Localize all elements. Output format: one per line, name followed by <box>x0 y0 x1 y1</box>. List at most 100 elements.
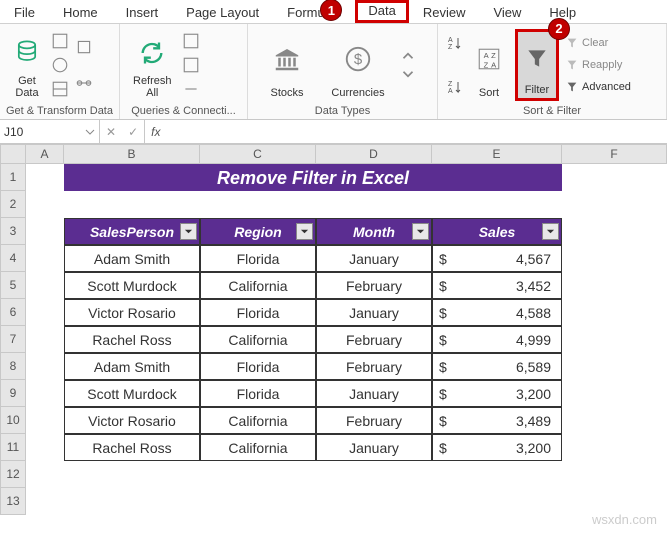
cell[interactable] <box>316 191 432 218</box>
table-header[interactable]: Region <box>200 218 316 245</box>
nav-up-icon[interactable] <box>399 47 417 65</box>
filter-dropdown-button[interactable] <box>542 223 559 240</box>
sort-asc-button[interactable]: AZ <box>447 35 463 51</box>
cell-month[interactable]: February <box>316 407 432 434</box>
sort-desc-button[interactable]: ZA <box>447 79 463 95</box>
get-data-button[interactable]: Get Data <box>9 29 45 101</box>
col-header-d[interactable]: D <box>316 144 432 164</box>
table-header[interactable]: Sales <box>432 218 562 245</box>
cell-salesperson[interactable]: Rachel Ross <box>64 326 200 353</box>
tab-formulas[interactable]: Formulas <box>273 0 355 23</box>
cell-month[interactable]: February <box>316 353 432 380</box>
cell[interactable] <box>200 488 316 515</box>
title-cell[interactable]: Remove Filter in Excel <box>64 164 562 191</box>
cell[interactable] <box>26 461 64 488</box>
cell-region[interactable]: Florida <box>200 245 316 272</box>
cell-salesperson[interactable]: Scott Murdock <box>64 272 200 299</box>
nav-down-icon[interactable] <box>399 65 417 83</box>
cell-region[interactable]: Florida <box>200 353 316 380</box>
cell-region[interactable]: Florida <box>200 380 316 407</box>
cell-sales[interactable]: $3,200 <box>432 434 562 461</box>
cell-salesperson[interactable]: Rachel Ross <box>64 434 200 461</box>
from-web-icon[interactable] <box>51 56 69 74</box>
cell[interactable] <box>562 272 667 299</box>
properties-icon[interactable] <box>182 56 200 74</box>
tab-insert[interactable]: Insert <box>112 0 173 23</box>
cell-salesperson[interactable]: Scott Murdock <box>64 380 200 407</box>
cell-month[interactable]: February <box>316 272 432 299</box>
row-header[interactable]: 2 <box>0 191 26 218</box>
cell[interactable] <box>562 407 667 434</box>
cell[interactable] <box>562 299 667 326</box>
cell[interactable] <box>26 272 64 299</box>
cell[interactable] <box>26 434 64 461</box>
row-header[interactable]: 13 <box>0 488 26 515</box>
queries-icon[interactable] <box>182 32 200 50</box>
name-box[interactable]: J10 <box>0 120 100 143</box>
select-all-corner[interactable] <box>0 144 26 164</box>
cell[interactable] <box>562 461 667 488</box>
cell[interactable] <box>562 326 667 353</box>
sort-button[interactable]: AZZA Sort <box>469 29 509 101</box>
tab-review[interactable]: Review <box>409 0 480 23</box>
col-header-e[interactable]: E <box>432 144 562 164</box>
cell[interactable] <box>432 191 562 218</box>
cell[interactable] <box>562 218 667 245</box>
col-header-c[interactable]: C <box>200 144 316 164</box>
existing-connections-icon[interactable] <box>75 74 93 92</box>
recent-sources-icon[interactable] <box>75 38 93 56</box>
cell[interactable] <box>432 488 562 515</box>
row-header[interactable]: 3 <box>0 218 26 245</box>
cell-sales[interactable]: $3,489 <box>432 407 562 434</box>
cell-sales[interactable]: $4,567 <box>432 245 562 272</box>
cell-month[interactable]: February <box>316 326 432 353</box>
cell[interactable] <box>64 488 200 515</box>
cell-month[interactable]: January <box>316 245 432 272</box>
cell[interactable] <box>26 488 64 515</box>
accept-formula-button[interactable]: ✓ <box>122 125 144 139</box>
cell[interactable] <box>562 488 667 515</box>
cell[interactable] <box>200 461 316 488</box>
cell-salesperson[interactable]: Adam Smith <box>64 245 200 272</box>
from-table-icon[interactable] <box>51 80 69 98</box>
tab-data[interactable]: Data 1 <box>355 0 408 23</box>
row-header[interactable]: 8 <box>0 353 26 380</box>
table-header[interactable]: Month <box>316 218 432 245</box>
col-header-f[interactable]: F <box>562 144 667 164</box>
col-header-a[interactable]: A <box>26 144 64 164</box>
row-header[interactable]: 11 <box>0 434 26 461</box>
cell-region[interactable]: Florida <box>200 299 316 326</box>
row-header[interactable]: 10 <box>0 407 26 434</box>
row-header[interactable]: 5 <box>0 272 26 299</box>
cell[interactable] <box>562 191 667 218</box>
cell[interactable] <box>562 353 667 380</box>
tab-page-layout[interactable]: Page Layout <box>172 0 273 23</box>
from-text-icon[interactable] <box>51 32 69 50</box>
row-header[interactable]: 4 <box>0 245 26 272</box>
cancel-formula-button[interactable]: ✕ <box>100 125 122 139</box>
cell-sales[interactable]: $4,999 <box>432 326 562 353</box>
filter-dropdown-button[interactable] <box>412 223 429 240</box>
refresh-all-button[interactable]: Refresh All <box>129 29 176 101</box>
row-header[interactable]: 9 <box>0 380 26 407</box>
formula-input[interactable] <box>166 120 667 143</box>
tab-home[interactable]: Home <box>49 0 112 23</box>
filter-button[interactable]: 2 Filter <box>515 29 559 101</box>
row-header[interactable]: 12 <box>0 461 26 488</box>
cell[interactable] <box>562 245 667 272</box>
tab-view[interactable]: View <box>479 0 535 23</box>
edit-links-icon[interactable] <box>182 80 200 98</box>
cell[interactable] <box>26 299 64 326</box>
col-header-b[interactable]: B <box>64 144 200 164</box>
cell-month[interactable]: January <box>316 380 432 407</box>
cell[interactable] <box>26 380 64 407</box>
cell[interactable] <box>200 191 316 218</box>
cell-salesperson[interactable]: Victor Rosario <box>64 299 200 326</box>
row-header[interactable]: 6 <box>0 299 26 326</box>
cell-salesperson[interactable]: Victor Rosario <box>64 407 200 434</box>
cell-salesperson[interactable]: Adam Smith <box>64 353 200 380</box>
cell[interactable] <box>26 191 64 218</box>
cell-region[interactable]: California <box>200 326 316 353</box>
cell-sales[interactable]: $3,200 <box>432 380 562 407</box>
cell[interactable] <box>26 353 64 380</box>
